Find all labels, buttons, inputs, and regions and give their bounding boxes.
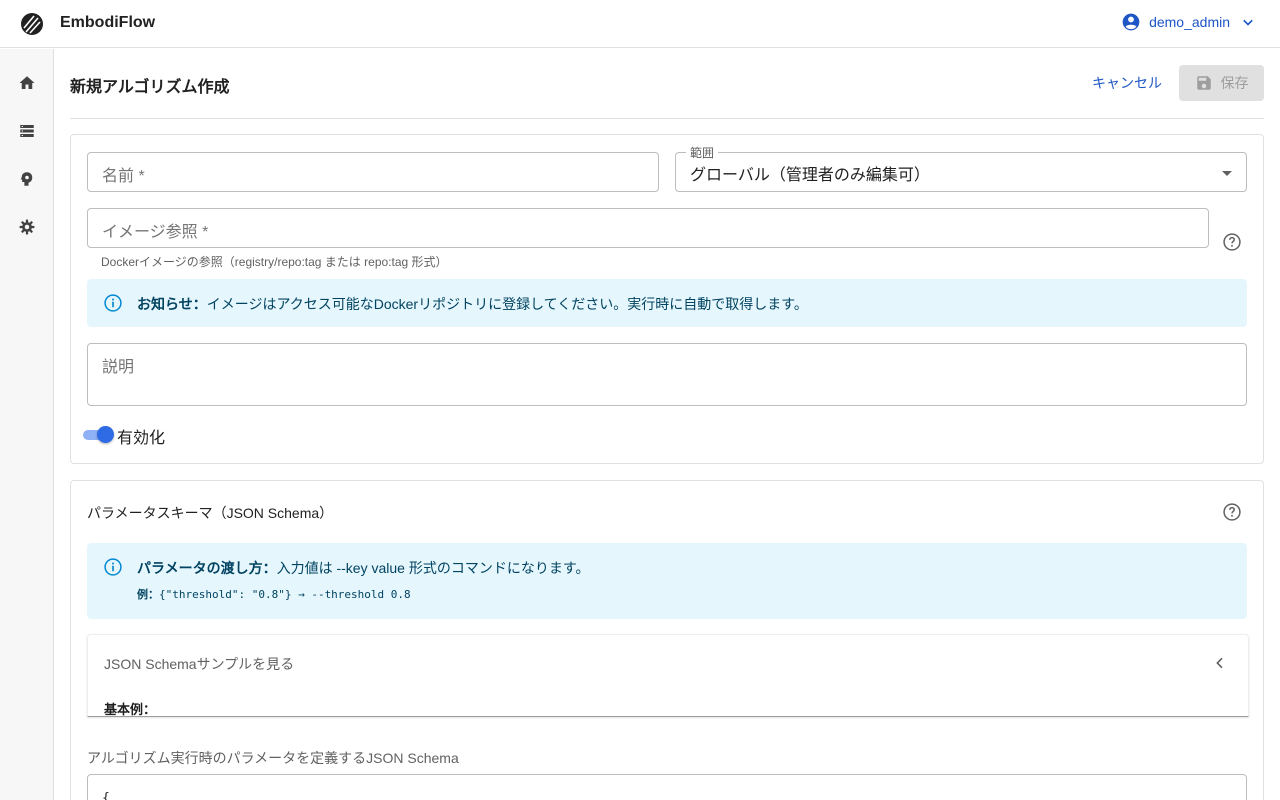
enabled-toggle[interactable] xyxy=(83,426,114,443)
parameter-example: 例：{"threshold": "0.8"} → --threshold 0.8 xyxy=(137,586,411,602)
chevron-down-icon xyxy=(1243,19,1253,26)
parameter-info-body: 入力値は --key value 形式のコマンドになります。 xyxy=(276,560,590,576)
image-ref-helper: Dockerイメージの参照（registry/repo:tag または repo… xyxy=(101,255,448,269)
sidebar-item-settings[interactable] xyxy=(15,215,39,239)
help-circle-icon[interactable] xyxy=(1222,232,1242,252)
example-code: {"threshold": "0.8"} → --threshold 0.8 xyxy=(159,588,411,601)
name-placeholder: 名前 * xyxy=(102,168,145,185)
sidebar-item-home[interactable] xyxy=(15,71,39,95)
info-icon xyxy=(104,558,122,576)
gear-icon xyxy=(19,219,35,235)
description-placeholder: 説明 xyxy=(102,359,135,376)
user-name: demo_admin xyxy=(1149,14,1230,30)
notice-body: イメージはアクセス可能なDockerリポジトリに登録してください。実行時に自動で… xyxy=(206,296,808,312)
brain-icon xyxy=(20,172,33,186)
cancel-button[interactable]: キャンセル xyxy=(1084,68,1170,98)
dropdown-arrow-icon xyxy=(1222,171,1232,176)
schema-label: アルゴリズム実行時のパラメータを定義するJSON Schema xyxy=(87,750,459,766)
help-circle-icon[interactable] xyxy=(1222,502,1242,522)
parameter-schema-card: パラメータスキーマ（JSON Schema） パラメータの渡し方：入力値は --… xyxy=(70,480,1264,800)
schema-sample-accordion[interactable]: JSON Schemaサンプルを見る 基本例： xyxy=(87,634,1249,717)
sidebar-item-algorithm[interactable] xyxy=(15,167,39,191)
name-field[interactable]: 名前 * xyxy=(87,152,659,192)
image-ref-placeholder: イメージ参照 * xyxy=(102,224,209,241)
sidebar xyxy=(0,49,54,800)
image-ref-field[interactable]: イメージ参照 * xyxy=(87,208,1209,248)
schema-editor-value: { xyxy=(102,791,110,800)
info-icon xyxy=(104,294,122,312)
embodiflow-logo-icon xyxy=(21,13,43,35)
account-circle-icon xyxy=(1122,13,1140,31)
app-brand: EmbodiFlow xyxy=(60,14,156,31)
parameter-info-title: パラメータの渡し方： xyxy=(137,560,277,576)
accordion-body-heading: 基本例： xyxy=(104,702,157,717)
chevron-left-icon xyxy=(1216,657,1223,669)
basic-info-card: 名前 * 範囲 グローバル（管理者のみ編集可） イメージ参照 * Dockerイ… xyxy=(70,134,1264,464)
toggle-thumb xyxy=(97,426,114,443)
scope-label: 範囲 xyxy=(686,144,719,161)
notice-title: お知らせ： xyxy=(137,296,207,312)
home-icon xyxy=(19,76,35,89)
save-button-label: 保存 xyxy=(1220,75,1249,91)
save-button[interactable]: 保存 xyxy=(1179,65,1264,101)
enabled-label: 有効化 xyxy=(117,430,166,447)
sidebar-item-list[interactable] xyxy=(15,119,39,143)
title-divider xyxy=(70,118,1264,119)
app-bar: EmbodiFlow demo_admin xyxy=(0,0,1280,48)
schema-editor[interactable]: { xyxy=(87,774,1247,800)
list-icon xyxy=(20,125,34,137)
scope-select[interactable]: 範囲 グローバル（管理者のみ編集可） xyxy=(675,144,1247,192)
notice-text: お知らせ：イメージはアクセス可能なDockerリポジトリに登録してください。実行… xyxy=(137,294,808,314)
page-title: 新規アルゴリズム作成 xyxy=(70,79,230,96)
main-content: 新規アルゴリズム作成 キャンセル 保存 名前 * 範囲 グローバル（管理者のみ編… xyxy=(54,49,1280,800)
accordion-title: JSON Schemaサンプルを見る xyxy=(104,656,295,672)
parameter-info-alert: パラメータの渡し方：入力値は --key value 形式のコマンドになります。… xyxy=(87,543,1247,619)
user-menu[interactable]: demo_admin xyxy=(1121,12,1258,32)
notice-alert: お知らせ：イメージはアクセス可能なDockerリポジトリに登録してください。実行… xyxy=(87,279,1247,327)
schema-section-title: パラメータスキーマ（JSON Schema） xyxy=(87,505,334,521)
description-field[interactable]: 説明 xyxy=(87,343,1247,406)
parameter-info-text: パラメータの渡し方：入力値は --key value 形式のコマンドになります。 xyxy=(137,558,589,578)
scope-value: グローバル（管理者のみ編集可） xyxy=(690,167,930,184)
example-label: 例： xyxy=(137,589,159,601)
save-icon xyxy=(1196,76,1211,90)
